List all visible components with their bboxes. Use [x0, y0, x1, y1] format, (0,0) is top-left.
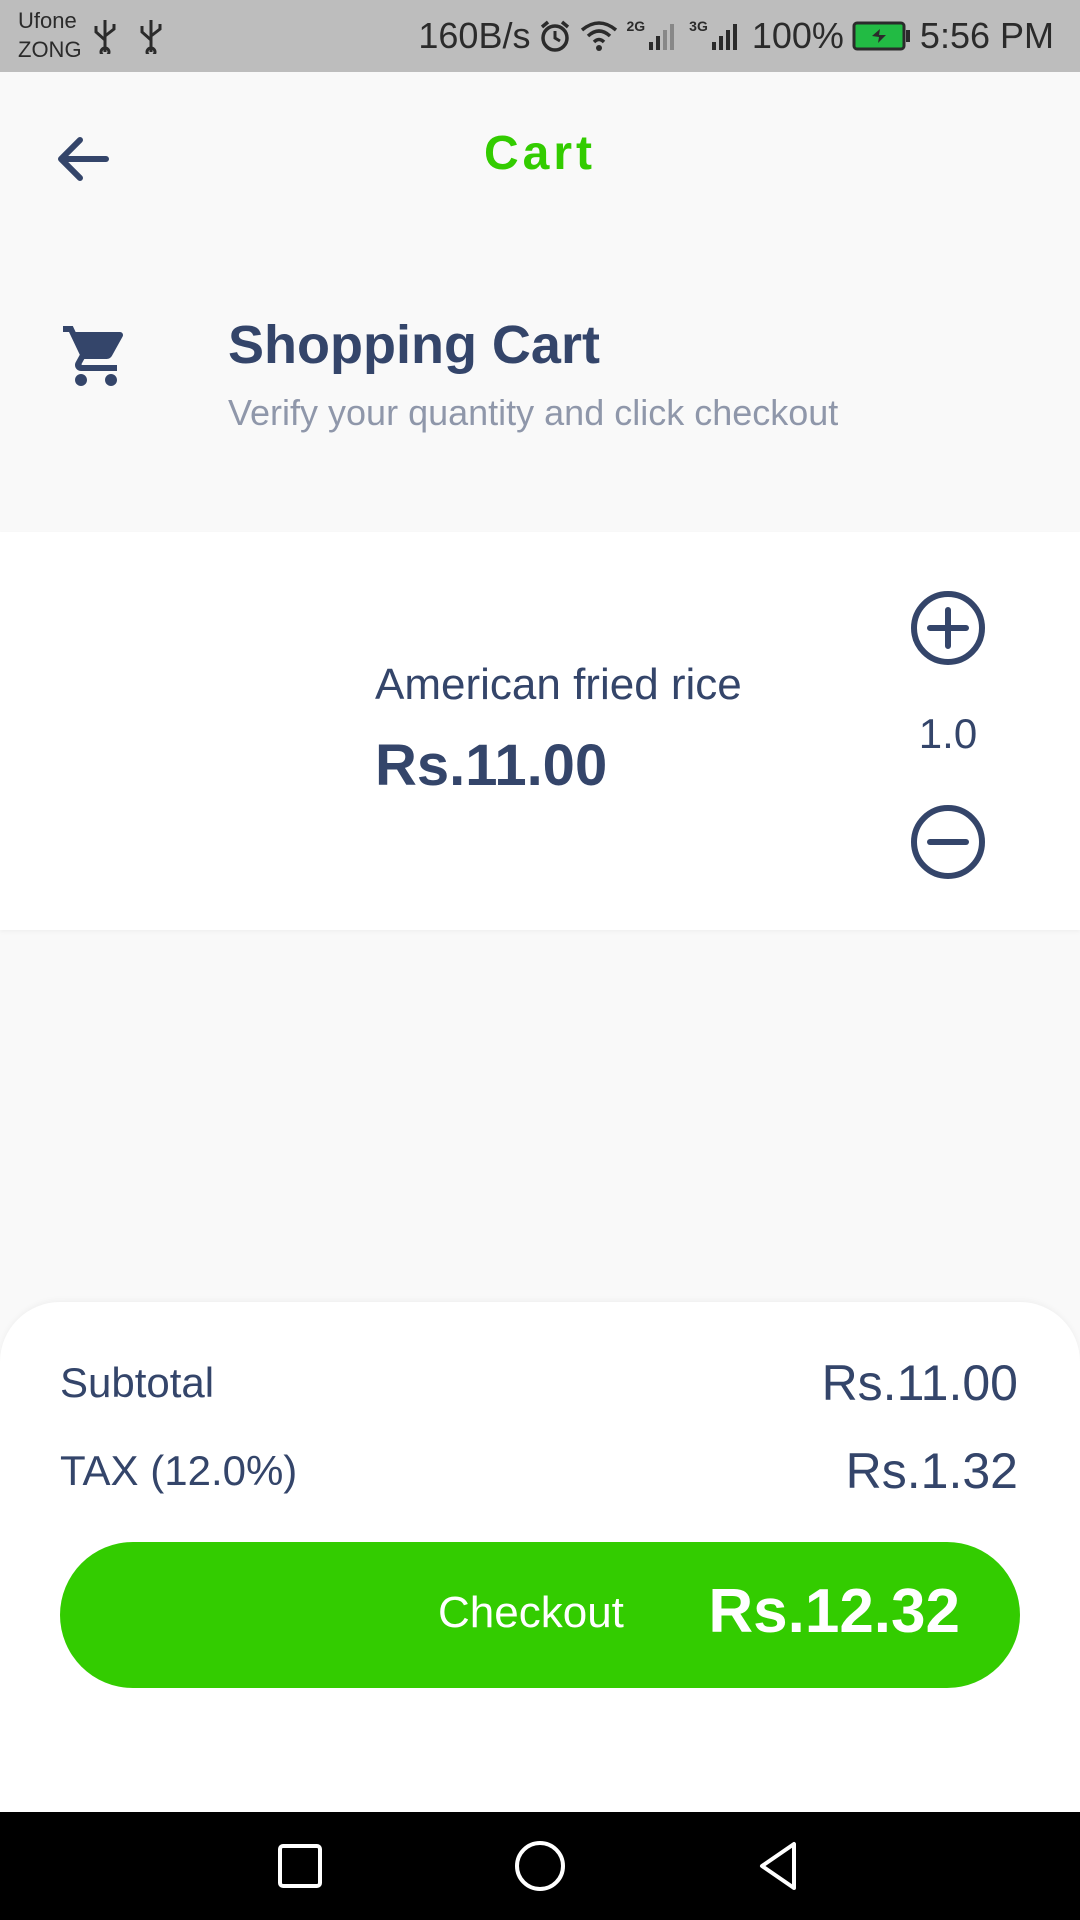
- network-type-1: 2G: [626, 18, 646, 34]
- usb-icon: [94, 20, 116, 54]
- usb-icon: [140, 20, 162, 54]
- tax-label: TAX (12.0%): [60, 1447, 298, 1494]
- checkout-total: Rs.12.32: [708, 1577, 960, 1646]
- section-heading: Shopping Cart Verify your quantity and c…: [0, 300, 1080, 450]
- signal-icon: [710, 20, 744, 52]
- status-indicators: 160B/s 2G 3G 100% 5:56 PM: [418, 0, 1054, 72]
- carrier-info: Ufone ZONG: [18, 6, 82, 64]
- screen: Ufone ZONG 160B/s 2G 3G 100% 5:56 PM Car…: [0, 0, 1080, 1920]
- triangle-back-icon: [760, 1842, 796, 1890]
- section-subtitle: Verify your quantity and click checkout: [228, 392, 839, 433]
- item-price: Rs.11.00: [375, 733, 608, 798]
- app-header: Cart: [0, 72, 1080, 242]
- carrier-2: ZONG: [18, 37, 82, 62]
- quantity-value: 1.0: [918, 710, 978, 757]
- tax-row: TAX (12.0%) Rs.1.32: [60, 1442, 1018, 1500]
- checkout-label: Checkout: [438, 1588, 624, 1637]
- cart-item: American fried rice Rs.11.00 1.0: [0, 532, 1080, 930]
- plus-circle-icon: [911, 591, 985, 665]
- circle-icon: [515, 1841, 565, 1891]
- checkout-button[interactable]: Checkout Rs.12.32: [60, 1542, 1020, 1688]
- tax-value: Rs.1.32: [845, 1443, 1018, 1499]
- minus-circle-icon: [911, 805, 985, 879]
- battery-percent: 100%: [751, 15, 844, 56]
- increase-quantity-button[interactable]: [908, 588, 988, 668]
- square-icon: [278, 1844, 322, 1888]
- shopping-cart-icon: [63, 326, 124, 386]
- wifi-icon: [580, 20, 618, 52]
- order-summary: Subtotal Rs.11.00 TAX (12.0%) Rs.1.32 Ch…: [0, 1302, 1080, 1812]
- recent-apps-button[interactable]: [270, 1836, 330, 1896]
- network-type-2: 3G: [689, 18, 708, 34]
- system-back-button[interactable]: [750, 1836, 810, 1896]
- battery-charging-icon: [852, 20, 912, 52]
- decrease-quantity-button[interactable]: [908, 802, 988, 882]
- carrier-1: Ufone: [18, 8, 77, 33]
- alarm-icon: [538, 19, 572, 53]
- subtotal-value: Rs.11.00: [821, 1355, 1018, 1411]
- section-title: Shopping Cart: [228, 315, 600, 375]
- net-speed: 160B/s: [418, 15, 531, 56]
- home-button[interactable]: [510, 1836, 570, 1896]
- status-bar: Ufone ZONG 160B/s 2G 3G 100% 5:56 PM: [0, 0, 1080, 72]
- signal-icon: [647, 20, 681, 52]
- clock: 5:56 PM: [919, 15, 1054, 56]
- system-nav-bar: [0, 1812, 1080, 1920]
- item-name: American fried rice: [375, 660, 742, 709]
- page-title: Cart: [483, 127, 597, 180]
- subtotal-row: Subtotal Rs.11.00: [60, 1354, 1018, 1412]
- subtotal-label: Subtotal: [60, 1359, 215, 1406]
